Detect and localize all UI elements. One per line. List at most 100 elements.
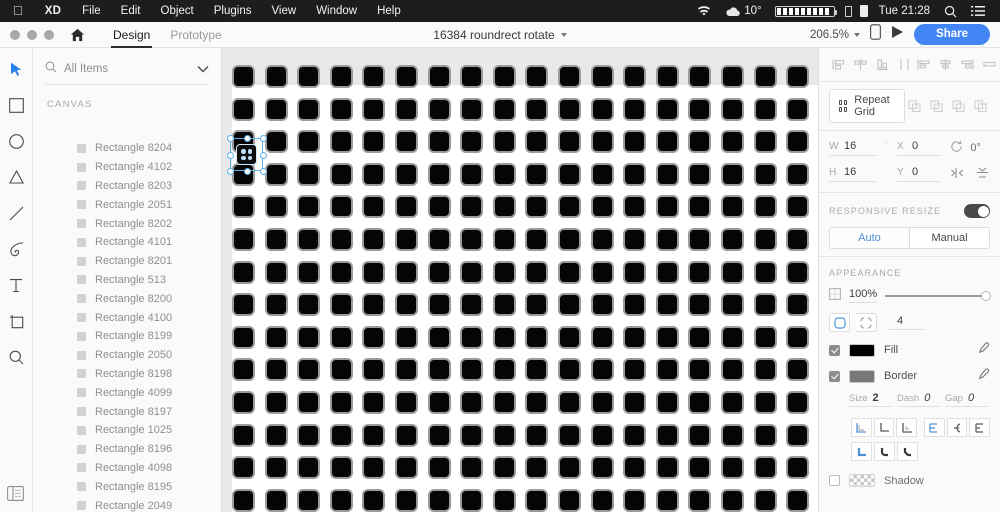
rounded-rect-shape[interactable]: [428, 163, 451, 186]
rounded-rect-shape[interactable]: [330, 195, 353, 218]
eyedropper-icon[interactable]: [977, 368, 990, 384]
rounded-rect-shape[interactable]: [721, 261, 744, 284]
rounded-rect-shape[interactable]: [460, 130, 483, 153]
rounded-rect-shape[interactable]: [493, 195, 516, 218]
rounded-rect-shape[interactable]: [591, 261, 614, 284]
rounded-rect-shape[interactable]: [428, 195, 451, 218]
rounded-rect-shape[interactable]: [362, 98, 385, 121]
responsive-resize-toggle[interactable]: [964, 204, 990, 218]
rounded-rect-shape[interactable]: [362, 163, 385, 186]
y-field[interactable]: Y 0: [897, 166, 940, 182]
rounded-rect-shape[interactable]: [232, 65, 255, 88]
rounded-rect-shape[interactable]: [754, 163, 777, 186]
rounded-rect-shape[interactable]: [656, 424, 679, 447]
rounded-rect-shape[interactable]: [558, 195, 581, 218]
rounded-rect-shape[interactable]: [493, 261, 516, 284]
rounded-rect-shape[interactable]: [688, 326, 711, 349]
x-field[interactable]: X 0: [897, 140, 940, 156]
rounded-rect-shape[interactable]: [265, 358, 288, 381]
rounded-rect-shape[interactable]: [428, 456, 451, 479]
rounded-rect-shape[interactable]: [460, 358, 483, 381]
rounded-rect-shape[interactable]: [525, 195, 548, 218]
rounded-rect-shape[interactable]: [395, 489, 418, 512]
rounded-rect-shape[interactable]: [232, 326, 255, 349]
rounded-rect-shape[interactable]: [232, 456, 255, 479]
boolean-exclude-icon[interactable]: [971, 97, 990, 116]
flip-horizontal-icon[interactable]: [950, 167, 964, 182]
rounded-rect-shape[interactable]: [232, 424, 255, 447]
rounded-rect-shape[interactable]: [395, 130, 418, 153]
rounded-rect-shape[interactable]: [330, 424, 353, 447]
border-size-value[interactable]: 2: [872, 392, 878, 404]
rounded-rect-shape[interactable]: [265, 326, 288, 349]
distribute-top-icon[interactable]: [829, 55, 848, 74]
rounded-rect-shape[interactable]: [754, 424, 777, 447]
rounded-rect-shape[interactable]: [721, 163, 744, 186]
rounded-rect-shape[interactable]: [688, 65, 711, 88]
rounded-rect-shape[interactable]: [623, 195, 646, 218]
rounded-rect-shape[interactable]: [688, 293, 711, 316]
menu-plugins[interactable]: Plugins: [204, 0, 262, 22]
rounded-rect-shape[interactable]: [623, 456, 646, 479]
rounded-rect-shape[interactable]: [297, 98, 320, 121]
rounded-rect-shape[interactable]: [493, 391, 516, 414]
resize-handle-e[interactable]: [260, 152, 267, 159]
rounded-rect-shape[interactable]: [362, 130, 385, 153]
rectangle-tool[interactable]: [5, 94, 27, 116]
rounded-rect-shape[interactable]: [395, 98, 418, 121]
rounded-rect-shape[interactable]: [362, 228, 385, 251]
rounded-rect-shape[interactable]: [395, 391, 418, 414]
canvas-area[interactable]: [222, 48, 818, 512]
rounded-rect-shape[interactable]: [460, 228, 483, 251]
rounded-rect-shape[interactable]: [525, 130, 548, 153]
rounded-rect-shape[interactable]: [623, 98, 646, 121]
border-color-swatch[interactable]: [849, 370, 875, 383]
transparent-checker-swatch[interactable]: [849, 474, 875, 487]
rounded-rect-shape[interactable]: [558, 163, 581, 186]
rounded-rect-shape[interactable]: [591, 326, 614, 349]
distribute-horizontal-icon[interactable]: [851, 55, 870, 74]
rounded-rect-shape[interactable]: [688, 261, 711, 284]
pen-tool[interactable]: [5, 238, 27, 260]
rounded-rect-shape[interactable]: [786, 391, 809, 414]
battery-icon[interactable]: [775, 6, 835, 17]
list-item[interactable]: Rectangle 8202: [33, 214, 221, 233]
rounded-rect-shape[interactable]: [754, 65, 777, 88]
rounded-rect-shape[interactable]: [460, 391, 483, 414]
search-input[interactable]: All Items: [64, 63, 190, 75]
rounded-rect-shape[interactable]: [623, 424, 646, 447]
rounded-rect-shape[interactable]: [786, 326, 809, 349]
rotate-icon[interactable]: [950, 140, 963, 156]
rounded-rect-shape[interactable]: [623, 163, 646, 186]
resize-handle-ne[interactable]: [260, 135, 267, 142]
rounded-rect-shape[interactable]: [786, 163, 809, 186]
list-item[interactable]: Rectangle 8200: [33, 289, 221, 308]
rounded-rect-shape[interactable]: [395, 424, 418, 447]
rounded-rect-shape[interactable]: [297, 489, 320, 512]
rounded-rect-shape[interactable]: [754, 228, 777, 251]
menu-edit[interactable]: Edit: [111, 0, 151, 22]
rounded-rect-shape[interactable]: [558, 424, 581, 447]
rounded-rect-shape[interactable]: [330, 456, 353, 479]
join-bevel-icon[interactable]: [897, 442, 918, 461]
rounded-rect-shape[interactable]: [297, 195, 320, 218]
rounded-rect-shape[interactable]: [656, 326, 679, 349]
tab-design[interactable]: Design: [103, 22, 160, 48]
rounded-rect-shape[interactable]: [754, 98, 777, 121]
rounded-rect-shape[interactable]: [460, 163, 483, 186]
rounded-rect-shape[interactable]: [591, 130, 614, 153]
rounded-rect-shape[interactable]: [330, 293, 353, 316]
rounded-rect-shape[interactable]: [688, 456, 711, 479]
align-right-icon[interactable]: [958, 55, 977, 74]
menu-help[interactable]: Help: [367, 0, 411, 22]
menu-object[interactable]: Object: [151, 0, 204, 22]
rounded-rect-shape[interactable]: [656, 261, 679, 284]
rounded-rect-shape[interactable]: [428, 326, 451, 349]
list-item[interactable]: Rectangle 8199: [33, 327, 221, 346]
rounded-rect-shape[interactable]: [721, 195, 744, 218]
rounded-rect-shape[interactable]: [493, 358, 516, 381]
menu-file[interactable]: File: [72, 0, 111, 22]
rounded-rect-shape[interactable]: [656, 358, 679, 381]
rounded-rect-shape[interactable]: [362, 424, 385, 447]
rounded-rect-shape[interactable]: [232, 293, 255, 316]
